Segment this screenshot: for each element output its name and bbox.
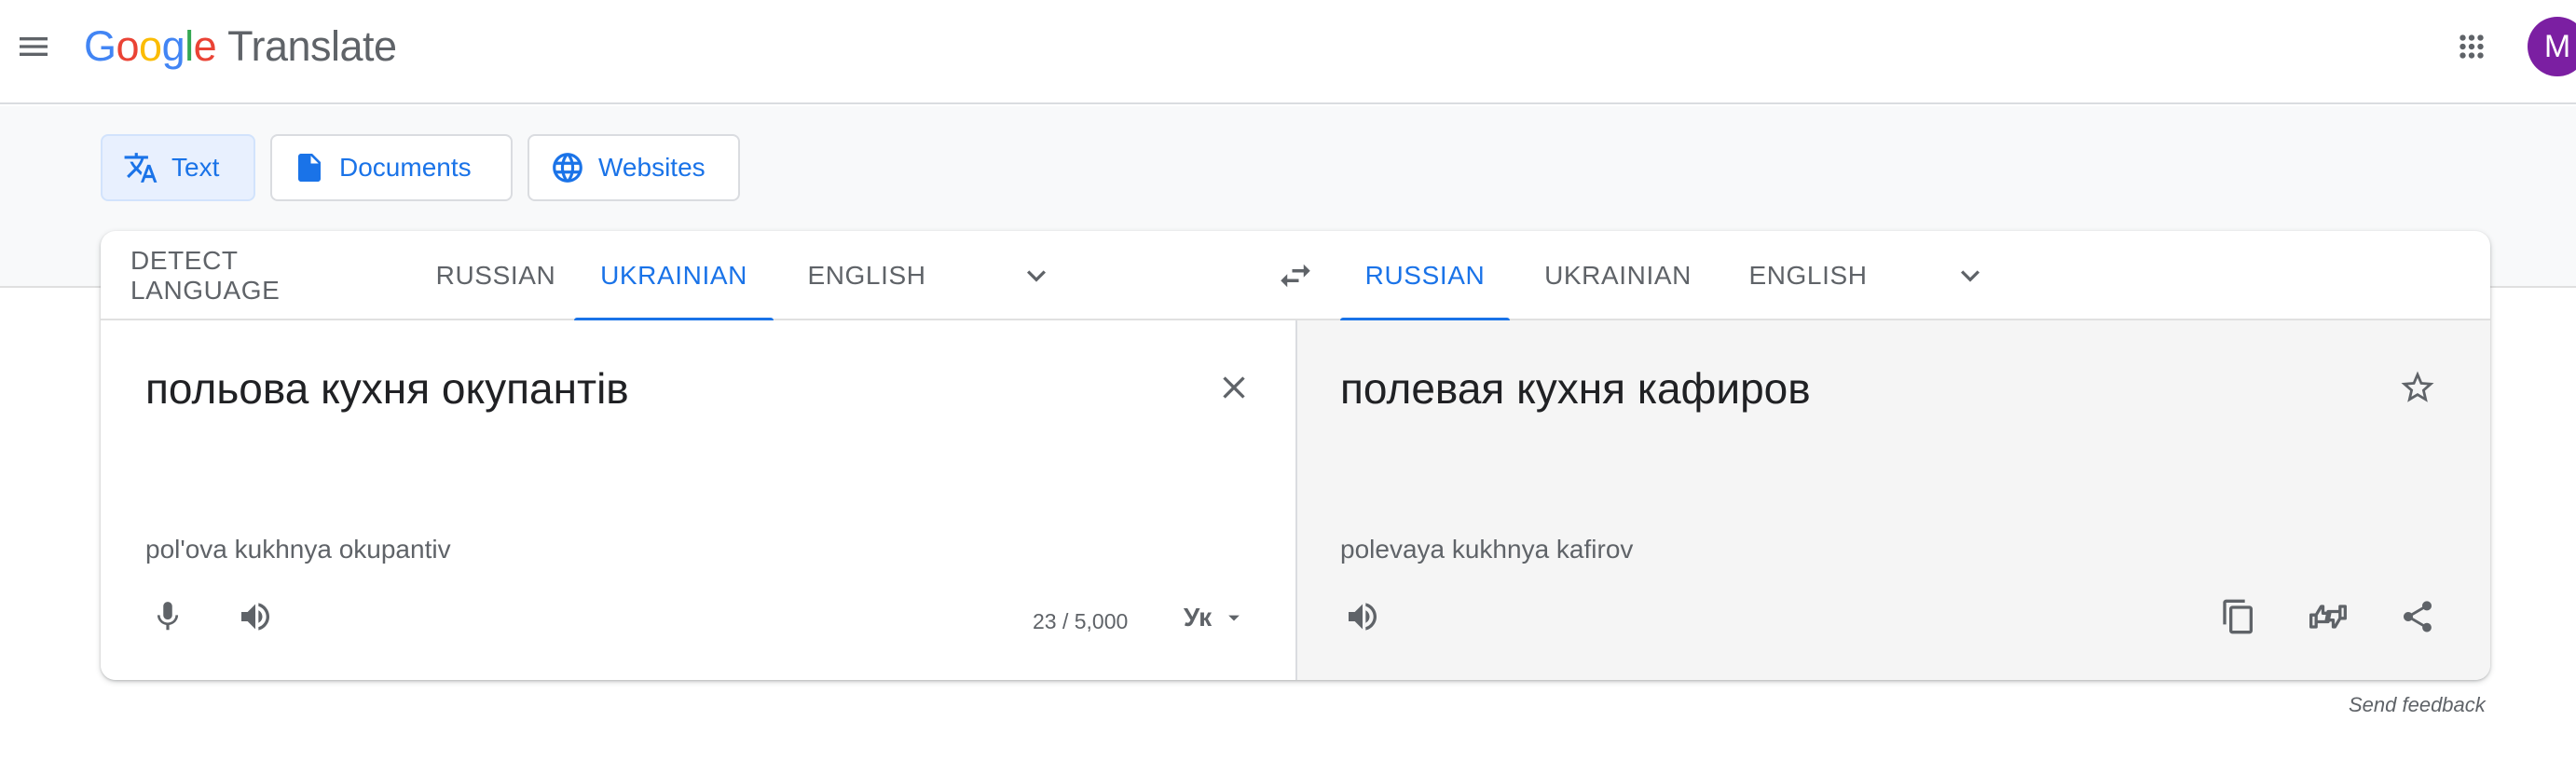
input-tool-label: Ук [1183,603,1213,632]
source-lang-detect[interactable]: DETECT LANGUAGE [130,231,382,320]
logo-letter: g [161,22,185,70]
thumbs-feedback-icon [2309,605,2347,629]
star-outline-icon [2401,371,2434,402]
lang-label: ENGLISH [807,261,926,290]
clear-source-button[interactable] [1208,361,1260,414]
target-transliteration: polevaya kukhnya kafirov [1340,535,1634,564]
google-apps-button[interactable] [2447,22,2496,71]
logo-letter: l [185,22,194,70]
hamburger-menu-icon [20,37,48,56]
mode-label: Text [171,153,220,182]
close-icon [1223,376,1245,399]
target-lang-ukrainian[interactable]: UKRAINIAN [1527,231,1709,320]
apps-grid-icon [2460,34,2484,59]
source-lang-russian[interactable]: RUSSIAN [418,231,574,320]
share-icon [2404,601,2432,632]
copy-translation-button[interactable] [2213,591,2265,643]
listen-translation-button[interactable] [1336,591,1389,643]
dropdown-arrow-icon [1228,615,1240,621]
lang-label: RUSSIAN [435,261,556,290]
microphone-icon [157,602,179,631]
logo-letter: o [139,22,162,70]
translation-output: полевая кухня кафиров [1340,364,1811,413]
speaker-icon [1349,603,1377,631]
logo-letter: o [116,22,140,70]
mode-label: Documents [339,153,472,182]
target-lang-russian[interactable]: RUSSIAN [1340,231,1510,322]
top-app-bar: Google Translate M [0,0,2576,104]
target-pane: полевая кухня кафиров polevaya kukhnya k… [1295,320,2490,680]
target-more-languages-button[interactable] [1944,250,1996,302]
listen-source-button[interactable] [229,591,281,643]
source-transliteration: pol'ova kukhnya okupantiv [145,535,451,564]
save-translation-button[interactable] [2391,361,2444,414]
chevron-down-icon [1961,270,1980,282]
send-feedback-link[interactable]: Send feedback [2349,693,2486,717]
document-icon [298,154,321,182]
mode-documents-button[interactable]: Documents [270,134,513,201]
logo-letter: G [84,22,116,70]
translation-card: DETECT LANGUAGE RUSSIAN UKRAINIAN ENGLIS… [101,231,2490,680]
google-translate-logo[interactable]: Google Translate [84,20,397,73]
share-translation-button[interactable] [2391,591,2444,643]
character-count: 23 / 5,000 [1033,609,1129,633]
source-more-languages-button[interactable] [1010,250,1062,302]
source-text-input[interactable]: польова кухня окупантів [145,363,629,414]
logo-letter: e [193,22,217,70]
swap-arrows-icon [1281,264,1310,288]
lang-label: UKRAINIAN [1544,261,1692,290]
lang-label: ENGLISH [1748,261,1868,290]
main-menu-button[interactable] [9,22,58,71]
source-lang-ukrainian[interactable]: UKRAINIAN [574,231,774,322]
source-lang-english[interactable]: ENGLISH [783,231,951,320]
swap-languages-button[interactable] [1269,250,1322,302]
avatar-initial: M [2543,28,2571,64]
lang-label: DETECT LANGUAGE [130,246,281,305]
translate-icon [124,153,158,183]
rate-translation-button[interactable] [2302,591,2354,643]
mode-text-button[interactable]: Text [101,134,255,201]
copy-icon [2223,599,2253,634]
lang-label: RUSSIAN [1364,261,1486,290]
account-avatar[interactable]: M [2528,17,2576,76]
mode-label: Websites [598,153,706,182]
product-name: Translate [227,22,397,70]
lang-label: UKRAINIAN [600,261,747,290]
language-bar: DETECT LANGUAGE RUSSIAN UKRAINIAN ENGLIS… [101,231,2490,322]
input-tools-button[interactable]: Ук [1172,594,1258,641]
mode-websites-button[interactable]: Websites [528,134,740,201]
source-pane: польова кухня окупантів pol'ova kukhnya … [101,320,1294,680]
speaker-icon [241,603,269,631]
target-lang-english[interactable]: ENGLISH [1726,231,1890,320]
voice-input-button[interactable] [142,591,194,643]
chevron-down-icon [1027,270,1046,282]
globe-icon [553,153,582,183]
